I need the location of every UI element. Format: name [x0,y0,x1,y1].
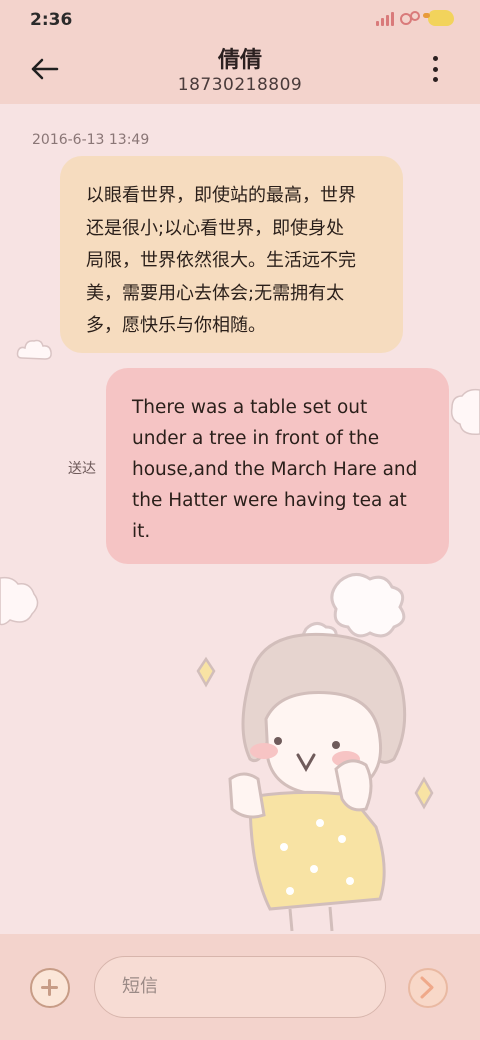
message-line: 以眼看世界，即使站的最高，世界 [86,185,356,206]
more-vertical-icon [432,56,438,61]
contact-number: 18730218809 [177,75,303,95]
cloud-icon [450,388,480,436]
sent-message-bubble[interactable]: There was a table set out under a tree i… [106,368,449,564]
status-time: 2:36 [30,10,73,30]
composer-bar: 短信 [0,934,480,1040]
delivery-status: 送达 [68,461,96,477]
contact-name: 倩倩 [217,48,262,73]
message-line: 美，需要用心去体会;无需拥有太 [86,282,345,304]
message-line: 局限，世界依然很大。生活远不完 [86,250,356,271]
message-input[interactable]: 短信 [94,956,386,1018]
send-button[interactable] [408,968,448,1008]
more-options-button[interactable] [430,56,440,82]
send-icon [420,976,434,999]
cloud-icon [16,339,52,360]
girl-illustration [196,573,434,932]
contact-info[interactable]: 倩倩 18730218809 [0,42,480,95]
signal-icon [376,10,394,26]
conversation-header: 倩倩 18730218809 [0,40,480,104]
message-line: under a tree in front of the [132,428,380,449]
wifi-icon [400,11,420,25]
message-line: 多，愿快乐与你相随。 [86,315,266,336]
message-line: it. [132,521,151,542]
cloud-icon [0,576,39,626]
status-icons [376,10,454,26]
chat-area[interactable]: 2016-6-13 13:49 以眼看世界，即使站的最高，世界 还是很小;以心看… [0,104,480,934]
received-message-bubble[interactable]: 以眼看世界，即使站的最高，世界 还是很小;以心看世界，即使身处 局限，世界依然很… [60,156,403,353]
message-line: house,and the March Hare and [132,459,418,480]
message-line: 还是很小;以心看世界，即使身处 [86,217,345,239]
message-line: There was a table set out [132,397,368,418]
battery-icon [423,10,454,26]
message-timestamp: 2016-6-13 13:49 [32,132,150,148]
message-line: the Hatter were having tea at [132,490,407,511]
add-attachment-button[interactable] [30,968,70,1008]
status-bar: 2:36 [0,0,480,40]
